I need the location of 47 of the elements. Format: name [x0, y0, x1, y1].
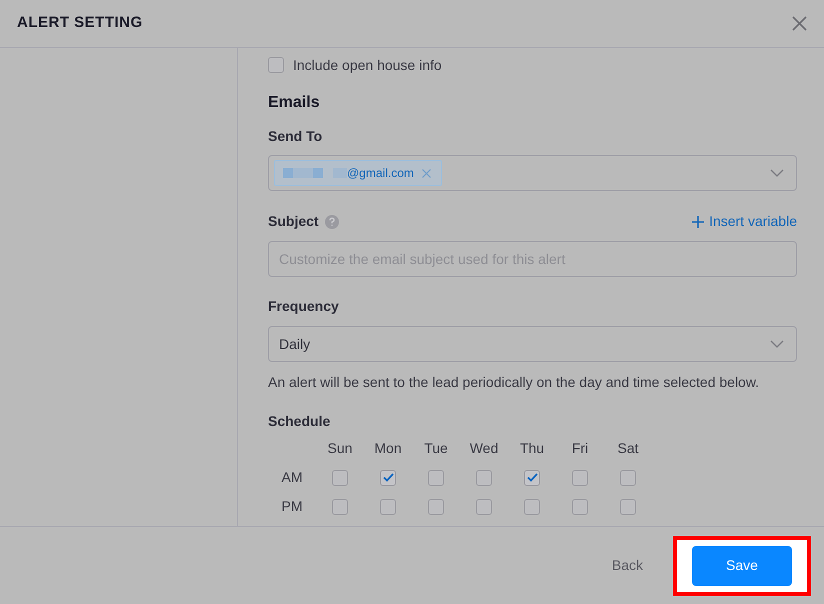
schedule-checkbox[interactable] — [572, 498, 588, 514]
schedule-checkbox[interactable] — [428, 498, 444, 514]
insert-variable-link[interactable]: Insert variable — [692, 211, 797, 232]
frequency-hint: An alert will be sent to the lead periodically on the day and time selected below. — [268, 373, 760, 392]
schedule-checkbox[interactable] — [620, 470, 636, 486]
check-icon — [526, 473, 538, 482]
field-label: Schedule — [268, 412, 332, 431]
checkbox-label: Include open house info — [293, 56, 442, 75]
section-heading: Emails — [268, 93, 321, 113]
day-label: Fri — [572, 439, 588, 458]
dialog-title: ALERT SETTING — [17, 13, 143, 34]
day-label: Mon — [374, 439, 402, 458]
chevron-down-icon — [770, 169, 784, 177]
field-label: Subject — [268, 212, 319, 231]
schedule-checkbox[interactable] — [572, 470, 588, 486]
email-address: @gmail.com — [347, 165, 414, 182]
day-label: Sat — [617, 439, 638, 458]
day-label: Thu — [520, 439, 544, 458]
back-button[interactable]: Back — [600, 546, 655, 586]
remove-icon[interactable] — [422, 168, 431, 178]
help-icon[interactable] — [324, 214, 339, 228]
day-label: Tue — [424, 439, 448, 458]
field-label: Frequency — [268, 297, 340, 316]
recipients-select[interactable]: @gmail.com — [268, 155, 797, 191]
plus-icon — [692, 216, 704, 228]
schedule-checkbox[interactable] — [332, 498, 348, 514]
schedule-checkbox[interactable] — [620, 498, 636, 514]
day-label: Wed — [470, 439, 498, 458]
chevron-down-icon — [770, 340, 784, 348]
schedule-checkbox[interactable] — [476, 470, 492, 486]
schedule-checkbox[interactable] — [476, 498, 492, 514]
frequency-select[interactable]: Daily — [268, 326, 797, 362]
day-label: Sun — [328, 439, 352, 458]
schedule-checkbox[interactable] — [428, 470, 444, 486]
select-value: Daily — [279, 334, 310, 354]
save-button[interactable]: Save — [692, 546, 792, 586]
schedule-checkbox[interactable] — [332, 470, 348, 486]
schedule-checkbox[interactable] — [524, 470, 540, 486]
time-label: PM — [282, 497, 302, 516]
time-label: AM — [282, 468, 302, 487]
field-label: Send To — [268, 127, 324, 146]
schedule-checkbox[interactable] — [524, 498, 540, 514]
checkbox[interactable] — [268, 57, 284, 73]
schedule-checkbox[interactable] — [380, 498, 396, 514]
check-icon — [382, 473, 394, 482]
close-icon[interactable] — [792, 16, 807, 31]
schedule-checkbox[interactable] — [380, 470, 396, 486]
